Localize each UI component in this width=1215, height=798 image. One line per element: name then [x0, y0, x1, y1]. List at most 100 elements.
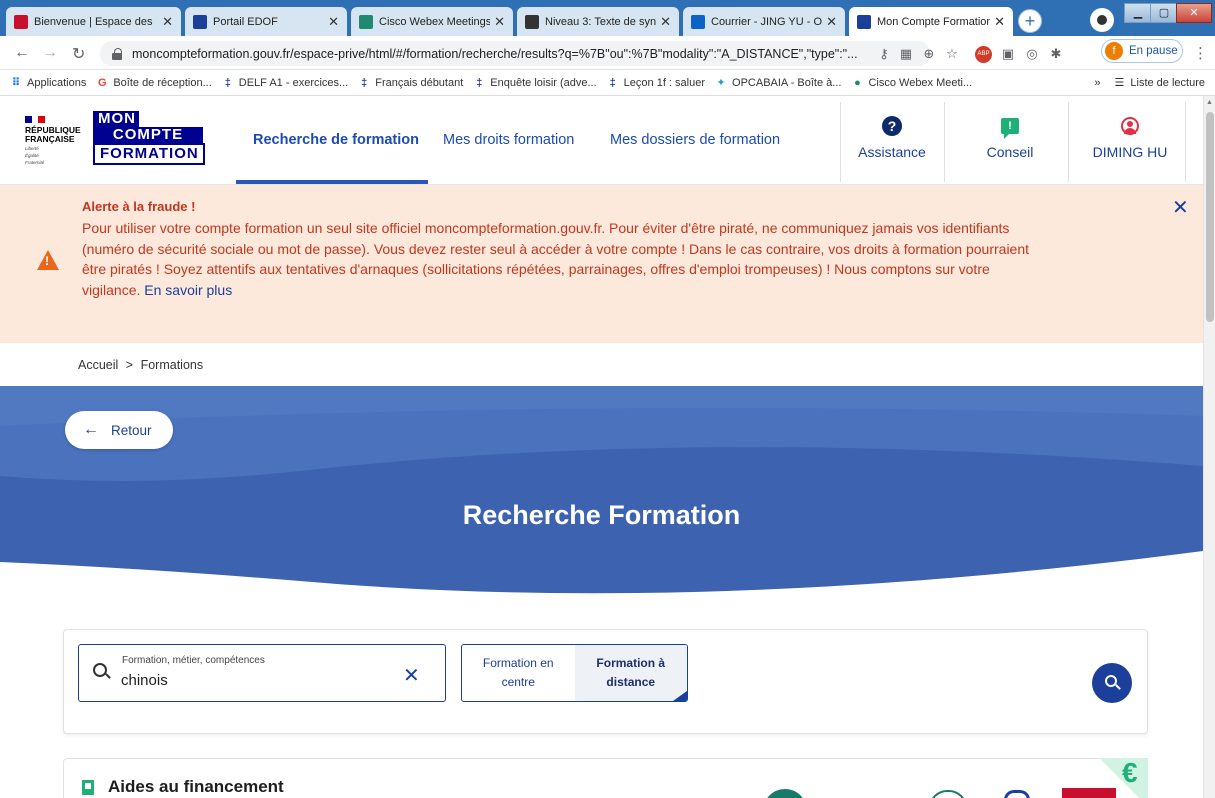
chat-icon: !	[1001, 118, 1019, 139]
bookmark-item[interactable]: G Boîte de réception...	[96, 76, 212, 89]
minimize-button[interactable]: ▁	[1124, 3, 1152, 23]
french-flag-icon	[25, 116, 46, 123]
more-bookmarks-button[interactable]: »	[1094, 77, 1100, 89]
bookmark-item[interactable]: ‡ Enquête loisir (adve...	[473, 77, 596, 89]
tab-close-icon[interactable]: ✕	[494, 14, 505, 30]
rf-text: FRANÇAISE	[25, 134, 75, 144]
help-icon: ?	[882, 116, 902, 136]
page-scrollbar[interactable]: ▲	[1203, 96, 1215, 798]
tab-close-icon[interactable]: ✕	[660, 14, 671, 30]
tab-close-icon[interactable]: ✕	[162, 14, 173, 30]
alert-learn-more-link[interactable]: En savoir plus	[144, 282, 232, 298]
aides-title: Aides au financement	[108, 777, 284, 796]
hero-banner	[0, 386, 1203, 601]
conseil-label: Conseil	[986, 144, 1034, 160]
key-icon[interactable]: ⚷	[876, 46, 892, 62]
modality-toggle: Formation en centre Formation à distance	[461, 644, 688, 702]
tab-favicon-icon	[359, 14, 373, 29]
header-divider	[944, 102, 945, 182]
tab-title: Portail EDOF	[213, 15, 278, 28]
alert-body: Pour utiliser votre compte formation un …	[82, 218, 1042, 300]
new-tab-button[interactable]: +	[1018, 9, 1042, 33]
url-field[interactable]: moncompteformation.gouv.fr/espace-prive/…	[100, 41, 930, 66]
partner-logo	[1062, 788, 1116, 798]
search-icon	[93, 663, 107, 677]
modality-en-centre-option[interactable]: Formation en centre	[462, 645, 575, 701]
zoom-icon[interactable]: ⊕	[921, 46, 937, 62]
star-icon[interactable]: ☆	[944, 46, 960, 62]
browser-menu-icon[interactable]: ⋮	[1193, 44, 1208, 62]
browser-profile-icon[interactable]	[1090, 8, 1114, 32]
tab-close-icon[interactable]: ✕	[994, 14, 1005, 30]
browser-tab[interactable]: Courrier - JING YU - Ou ✕	[683, 7, 845, 36]
assistance-button[interactable]: ? Assistance	[848, 116, 936, 160]
url-text: moncompteformation.gouv.fr/espace-prive/…	[132, 46, 858, 61]
conseil-button[interactable]: ! Conseil	[974, 116, 1046, 160]
breadcrumb-home-link[interactable]: Accueil	[78, 358, 118, 372]
back-arrow-icon[interactable]: ←	[14, 44, 30, 62]
logo-line: COMPTE	[93, 127, 203, 143]
bookmark-icon	[82, 780, 94, 795]
bookmark-item[interactable]: ✦ OPCABAIA - Boîte à...	[715, 77, 841, 89]
tab-close-icon[interactable]: ✕	[328, 14, 339, 30]
search-icon	[1105, 675, 1117, 687]
modality-a-distance-option[interactable]: Formation à distance	[574, 645, 687, 701]
user-account-button[interactable]: DIMING HU	[1082, 116, 1178, 160]
nav-recherche-formation[interactable]: Recherche de formation	[253, 96, 419, 184]
rf-motto: Fraternité	[25, 160, 45, 165]
clear-search-icon[interactable]: ✕	[403, 663, 420, 688]
google-icon: G	[98, 76, 107, 89]
reading-list-button[interactable]: Liste de lecture	[1130, 77, 1205, 89]
bookmark-item[interactable]: ‡ Français débutant	[358, 77, 463, 89]
nav-mes-droits-formation[interactable]: Mes droits formation	[443, 96, 574, 184]
translate-icon[interactable]: ▦	[898, 46, 914, 62]
header-divider	[1185, 102, 1186, 182]
scroll-thumb[interactable]	[1206, 112, 1214, 322]
logo-line: FORMATION	[93, 143, 205, 165]
maximize-button[interactable]: ▢	[1150, 3, 1178, 23]
back-button[interactable]: ← Retour	[65, 411, 173, 449]
scroll-up-icon[interactable]: ▲	[1206, 99, 1213, 106]
window-close-button[interactable]: ✕	[1176, 3, 1212, 23]
reload-icon[interactable]: ↻	[72, 44, 85, 64]
republique-francaise-logo[interactable]: RÉPUBLIQUE FRANÇAISE Liberté Égalité Fra…	[25, 116, 81, 165]
tab-title: Courrier - JING YU - Ou	[711, 15, 823, 28]
alert-close-icon[interactable]: ✕	[1172, 195, 1189, 220]
browser-tab[interactable]: Bienvenue | Espace des ✕	[6, 7, 181, 36]
mon-compte-formation-logo[interactable]: MON COMPTE FORMATION	[93, 111, 205, 165]
profile-status: En pause	[1129, 45, 1178, 57]
breadcrumb-separator-icon: >	[125, 358, 134, 372]
puzzle-icon[interactable]: ✱	[1048, 46, 1064, 62]
extension-icon[interactable]: ▣	[1000, 46, 1016, 62]
reading-list-icon: ☰	[1114, 77, 1125, 89]
alert-title: Alerte à la fraude !	[82, 199, 196, 214]
adblock-icon[interactable]: ABP	[975, 46, 992, 63]
tab-favicon-icon	[14, 14, 28, 29]
forward-arrow-icon[interactable]: →	[42, 44, 58, 62]
bookmark-item[interactable]: ⠿ Applications	[10, 77, 87, 89]
active-nav-indicator	[236, 180, 428, 184]
logo-line: MON	[93, 111, 139, 127]
browser-tab-bar: Bienvenue | Espace des ✕ Portail EDOF ✕ …	[0, 0, 1215, 36]
nav-mes-dossiers-formation[interactable]: Mes dossiers de formation	[610, 96, 780, 184]
browser-tab[interactable]: Portail EDOF ✕	[185, 7, 347, 36]
search-input[interactable]	[121, 672, 381, 689]
bookmark-item[interactable]: ‡ Leçon 1f : saluer	[607, 77, 705, 89]
profile-paused-button[interactable]: f En pause	[1101, 39, 1183, 63]
partner-logo	[1004, 790, 1030, 798]
extension-icon[interactable]: ◎	[1024, 46, 1040, 62]
opca-icon: ✦	[716, 76, 726, 89]
browser-tab-active[interactable]: Mon Compte Formation ✕	[849, 7, 1013, 36]
browser-tab[interactable]: Cisco Webex Meetings ✕	[351, 7, 513, 36]
bookmark-item[interactable]: ‡ DELF A1 - exercices...	[222, 76, 349, 89]
search-submit-button[interactable]	[1092, 663, 1132, 703]
user-name: DIMING HU	[1092, 144, 1168, 160]
arrow-left-icon: ←	[83, 421, 99, 438]
browser-tab[interactable]: Niveau 3: Texte de synt ✕	[517, 7, 679, 36]
site-icon: ‡	[609, 76, 616, 89]
tab-close-icon[interactable]: ✕	[826, 14, 837, 30]
tab-title: Mon Compte Formation	[877, 15, 991, 28]
page-title: Recherche Formation	[462, 500, 741, 530]
site-icon: ‡	[224, 76, 231, 89]
bookmark-item[interactable]: ● Cisco Webex Meeti...	[851, 77, 972, 89]
